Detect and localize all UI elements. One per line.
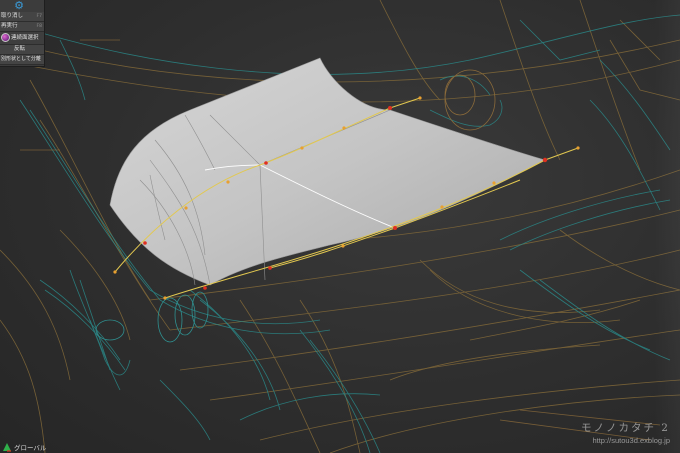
watermark-url: http://sutou3d.exblog.jp [592, 436, 670, 445]
gear-icon[interactable]: ⚙ [12, 0, 26, 12]
select-continuous-faces-label: 連続面選択 [11, 35, 39, 41]
invert-button[interactable]: 反転 [0, 45, 44, 55]
3d-viewport[interactable] [0, 0, 680, 453]
redo-shortcut: F8 [36, 24, 42, 29]
separate-shape-button[interactable]: 別形状として分離 [0, 55, 44, 65]
select-continuous-faces-button[interactable]: 連続面選択 [0, 32, 44, 45]
axis-icon [3, 443, 11, 452]
global-coordinate-button[interactable]: グローバル [0, 441, 60, 453]
undo-button[interactable]: 取り消し F7 [0, 12, 44, 22]
undo-shortcut: F7 [36, 14, 42, 19]
watermark-brand: モノノカタチ 2 [580, 422, 670, 434]
tool-panel: ⚙ 取り消し F7 再実行 F8 連続面選択 反転 別形状として分離 [0, 0, 45, 67]
global-label: グローバル [14, 444, 47, 452]
invert-label: 反転 [14, 46, 26, 52]
redo-label: 再実行 [1, 23, 18, 29]
right-edge-panel [654, 0, 680, 453]
sphere-icon [1, 33, 10, 42]
scene-canvas[interactable] [0, 0, 680, 453]
separate-shape-label: 別形状として分離 [1, 56, 41, 62]
undo-label: 取り消し [1, 13, 24, 19]
watermark: モノノカタチ 2 http://sutou3d.exblog.jp [581, 420, 670, 445]
redo-button[interactable]: 再実行 F8 [0, 22, 44, 32]
